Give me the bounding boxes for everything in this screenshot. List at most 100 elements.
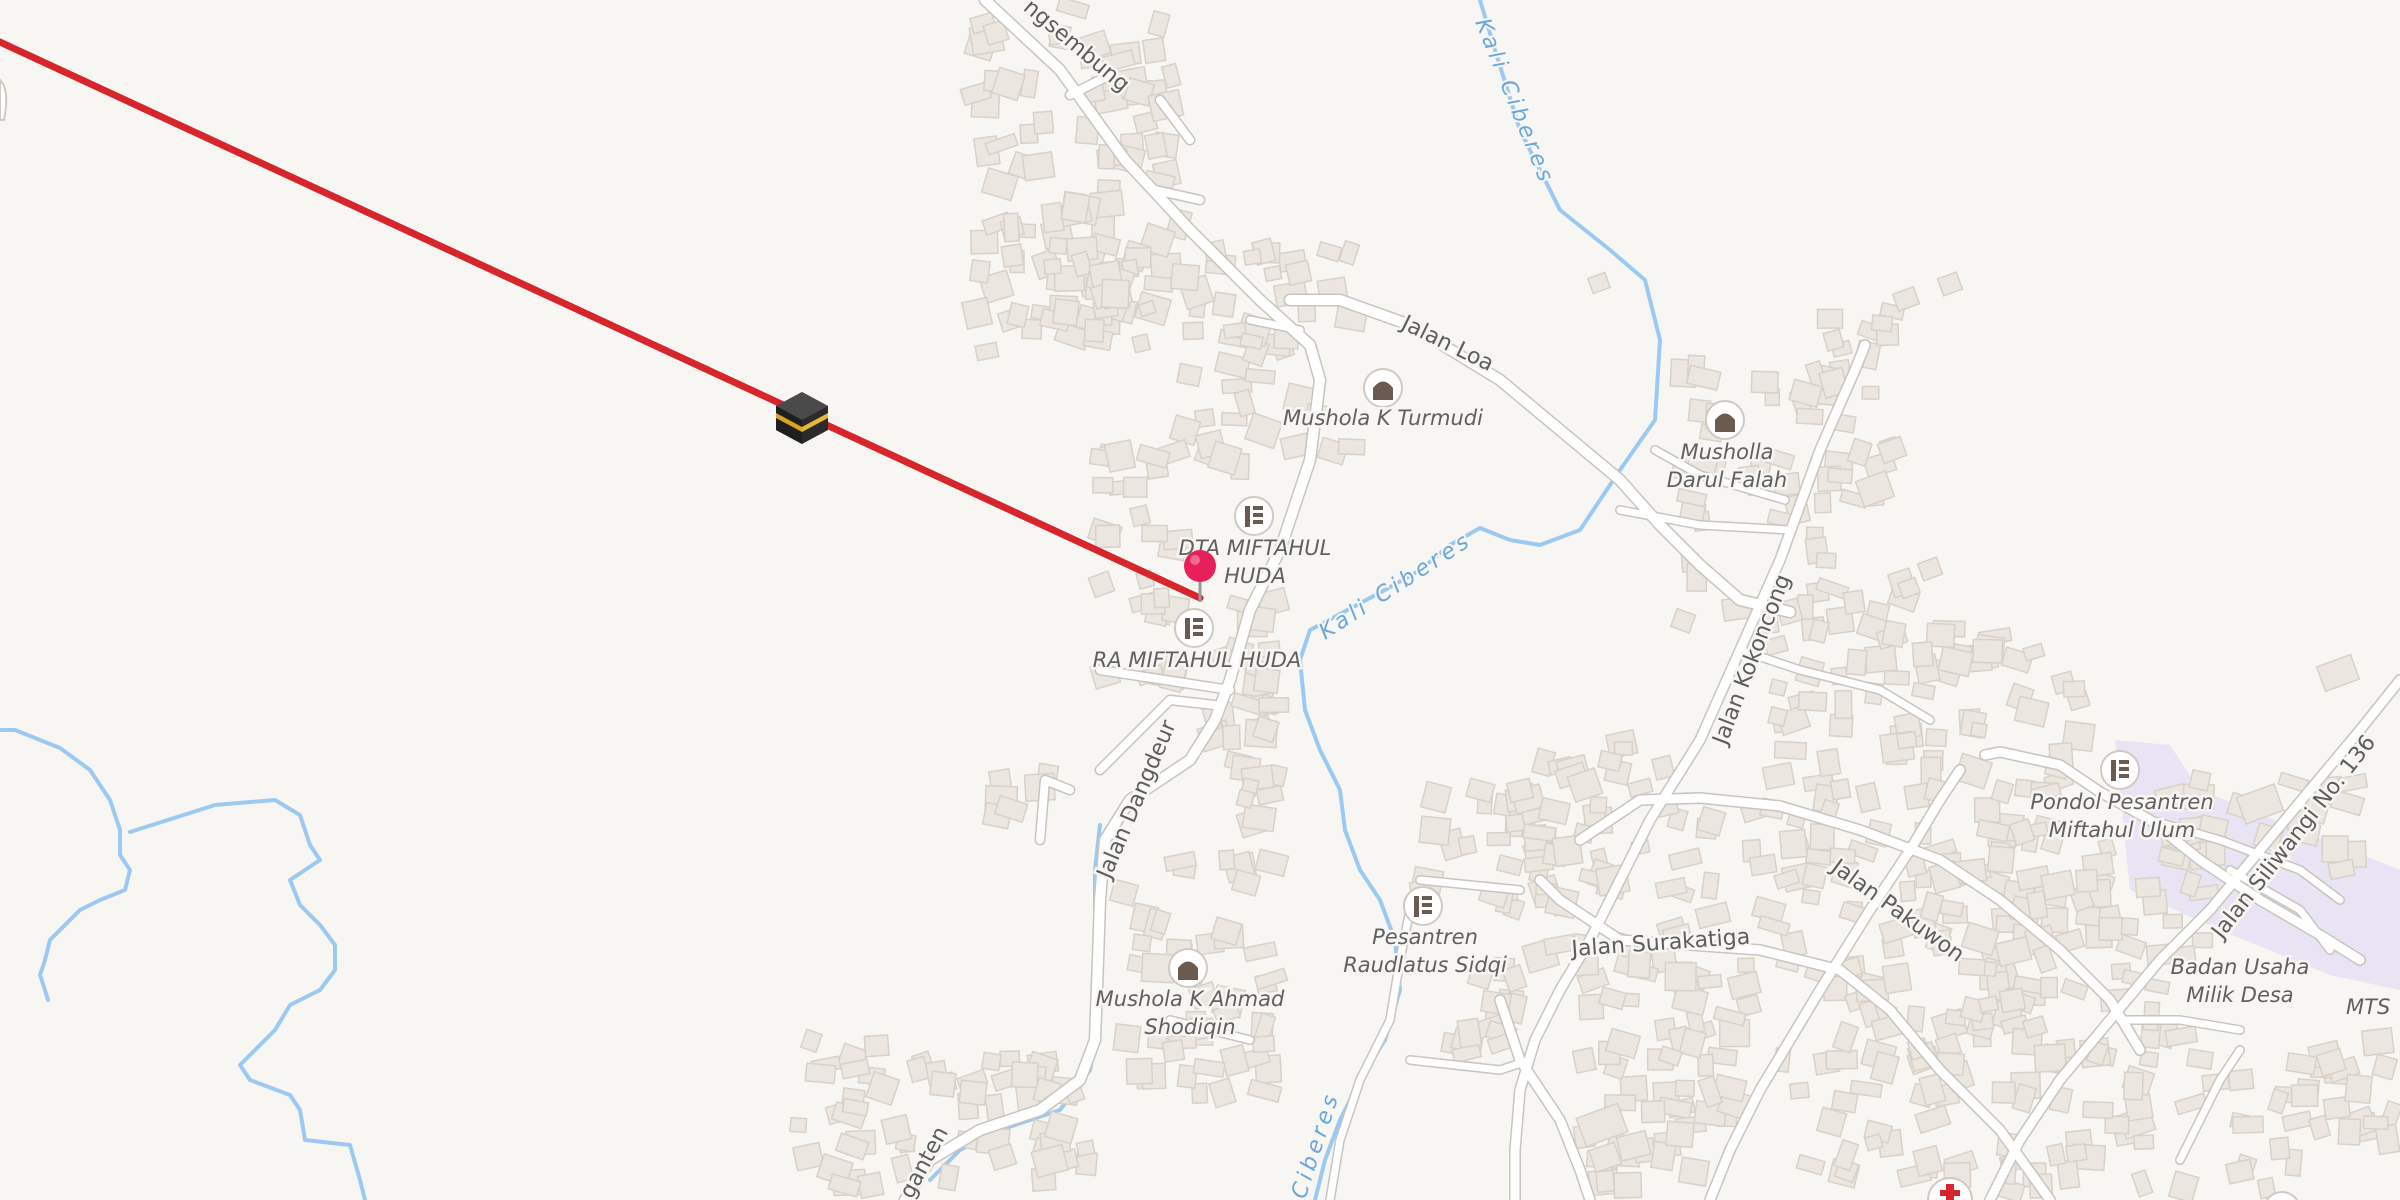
building bbox=[2013, 695, 2050, 728]
building bbox=[1131, 933, 1153, 953]
building bbox=[2227, 1068, 2255, 1092]
building bbox=[1797, 690, 1828, 712]
building bbox=[1822, 328, 1845, 353]
building bbox=[2167, 1170, 2200, 1200]
building bbox=[1813, 492, 1832, 514]
building bbox=[1969, 721, 1988, 739]
building bbox=[2039, 869, 2076, 901]
building bbox=[2285, 1051, 2318, 1076]
building bbox=[1337, 437, 1366, 456]
building bbox=[1006, 301, 1030, 329]
poi-label-line2: Miftahul Ulum bbox=[2049, 818, 2196, 842]
building bbox=[1815, 551, 1837, 570]
building bbox=[1767, 705, 1789, 728]
building bbox=[2191, 932, 2214, 949]
building bbox=[1936, 271, 1964, 297]
building bbox=[1834, 689, 1853, 720]
building bbox=[1258, 696, 1290, 714]
building bbox=[1916, 556, 1944, 582]
building bbox=[1788, 1081, 1810, 1100]
building bbox=[2185, 1047, 2215, 1071]
building bbox=[1141, 37, 1167, 65]
map-canvas[interactable]: ngsembung Jalan Loa Jalan Kokoncong Jala… bbox=[0, 0, 2400, 1200]
building bbox=[1613, 1171, 1643, 1199]
poi-badan-usaha-milik-desa[interactable]: Badan Usaha Milik Desa bbox=[2168, 953, 2312, 1010]
building bbox=[1235, 788, 1256, 810]
building bbox=[1217, 849, 1236, 871]
building bbox=[1816, 747, 1842, 778]
building bbox=[1809, 823, 1836, 851]
building bbox=[2075, 868, 2099, 893]
building bbox=[1087, 570, 1116, 599]
building bbox=[1891, 285, 1921, 313]
building bbox=[1112, 1023, 1142, 1054]
building bbox=[2039, 976, 2059, 999]
building bbox=[1175, 362, 1203, 388]
building bbox=[1242, 248, 1263, 267]
building bbox=[1075, 1139, 1096, 1158]
building bbox=[2188, 768, 2212, 792]
building bbox=[968, 258, 992, 284]
poi-label: MTS bbox=[2346, 995, 2390, 1019]
water-label-kali-ciberes-mid: Kali Ciberes bbox=[1315, 527, 1477, 645]
building bbox=[1108, 878, 1140, 908]
poi-label-line1: Pondol Pesantren bbox=[2030, 790, 2213, 814]
building bbox=[1219, 1043, 1250, 1078]
building bbox=[1242, 940, 1278, 963]
building bbox=[1973, 796, 2001, 824]
building bbox=[1010, 1061, 1039, 1089]
building bbox=[1957, 957, 1987, 977]
building bbox=[2120, 917, 2140, 937]
map-view[interactable]: ngsembung Jalan Loa Jalan Kokoncong Jala… bbox=[0, 0, 2400, 1200]
poi-mts[interactable]: MTS bbox=[2344, 993, 2393, 1022]
building bbox=[2021, 642, 2046, 662]
poi-musholla-darul-falah[interactable]: Musholla Darul Falah bbox=[1664, 400, 1790, 495]
building bbox=[799, 1028, 824, 1054]
building bbox=[1667, 847, 1703, 871]
building bbox=[1241, 803, 1278, 833]
building bbox=[1677, 1156, 1711, 1187]
building bbox=[1800, 888, 1821, 906]
poi-label-line2: HUDA bbox=[1224, 564, 1286, 588]
building bbox=[1994, 935, 2033, 968]
building bbox=[1254, 848, 1290, 878]
building bbox=[2321, 835, 2349, 863]
building bbox=[1870, 314, 1894, 333]
building bbox=[1042, 257, 1063, 276]
building bbox=[1060, 191, 1091, 224]
building bbox=[2082, 1100, 2114, 1120]
building bbox=[1881, 619, 1907, 649]
building bbox=[1315, 240, 1343, 263]
river-layer bbox=[0, 0, 1662, 1200]
building bbox=[1694, 901, 1732, 930]
building bbox=[1861, 385, 1880, 400]
building bbox=[1854, 781, 1882, 814]
building bbox=[1083, 318, 1105, 343]
building bbox=[1696, 973, 1723, 990]
building bbox=[1192, 1057, 1226, 1078]
building bbox=[1804, 847, 1833, 866]
building bbox=[804, 1062, 837, 1085]
building bbox=[2062, 680, 2086, 698]
building bbox=[1768, 678, 1788, 698]
building bbox=[1842, 589, 1867, 616]
building bbox=[1571, 1046, 1598, 1075]
building bbox=[1251, 1034, 1276, 1054]
building bbox=[2315, 653, 2361, 693]
building bbox=[1773, 740, 1808, 761]
building bbox=[1032, 110, 1055, 135]
building bbox=[1831, 1020, 1860, 1054]
building bbox=[1143, 131, 1168, 160]
stream-west bbox=[0, 728, 367, 1200]
building bbox=[1495, 854, 1524, 877]
building bbox=[1122, 476, 1148, 498]
building bbox=[880, 1113, 913, 1146]
building bbox=[929, 1070, 957, 1098]
building bbox=[2224, 1158, 2255, 1185]
building bbox=[1147, 9, 1171, 39]
building bbox=[1990, 778, 2015, 805]
building bbox=[2362, 1115, 2389, 1131]
building bbox=[969, 229, 999, 255]
building bbox=[1665, 1120, 1695, 1149]
building bbox=[789, 1116, 808, 1134]
